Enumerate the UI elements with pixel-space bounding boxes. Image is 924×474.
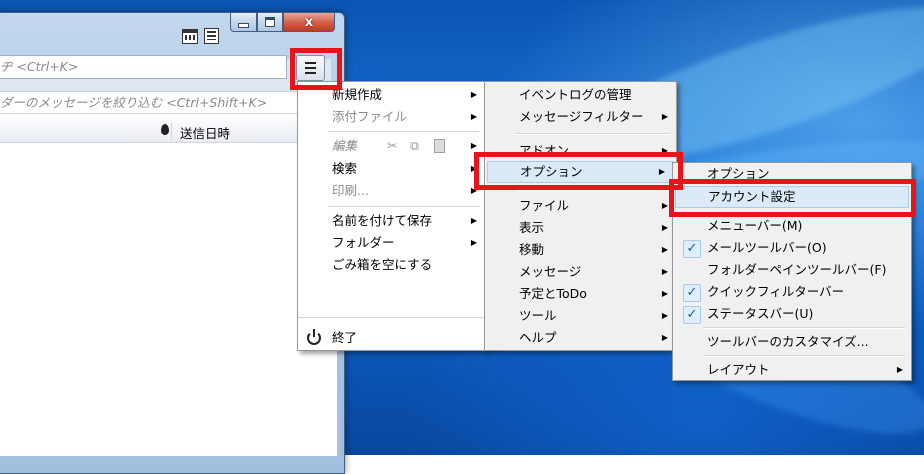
menu-item-quit[interactable]: 終了 — [298, 327, 485, 349]
menu-item-search[interactable]: 検索 ▶ — [298, 158, 485, 180]
power-icon-line — [313, 329, 315, 337]
menu-item-message[interactable]: メッセージ ▶ — [485, 261, 676, 283]
maximize-icon — [265, 17, 275, 27]
calendar-icon[interactable] — [182, 29, 198, 44]
highlight-account-settings-item — [669, 179, 916, 217]
submenu-arrow-icon: ▶ — [661, 245, 668, 254]
submenu-arrow-icon: ▶ — [470, 112, 477, 121]
submenu-arrow-icon: ▶ — [661, 267, 668, 276]
close-icon: x — [304, 14, 314, 30]
copy-icon: ⧉ — [410, 138, 419, 153]
search-input[interactable]: ヂ <Ctrl+K> — [0, 55, 287, 79]
menu-separator — [328, 131, 479, 133]
menu-separator — [703, 355, 905, 357]
tasks-icon[interactable] — [204, 28, 219, 44]
submenu-arrow-icon: ▶ — [661, 112, 668, 121]
options-menu: イベントログの管理 メッセージフィルター ▶ アドオン ▶ オプション ▶ ファイル ▶… — [484, 81, 677, 351]
menu-item-mail-toolbar[interactable]: ✓ メールツールバー(O) — [673, 237, 911, 259]
column-divider[interactable] — [171, 122, 172, 140]
close-button[interactable]: x — [283, 13, 335, 32]
menu-item-view[interactable]: 表示 ▶ — [485, 217, 676, 239]
menu-separator — [328, 206, 479, 208]
submenu-arrow-icon: ▶ — [470, 238, 477, 247]
menu-item-menubar[interactable]: メニューバー(M) — [673, 215, 911, 237]
submenu-arrow-icon: ▶ — [470, 216, 477, 225]
menu-item-events-tasks[interactable]: 予定とToDo ▶ — [485, 283, 676, 305]
cut-icon: ✂ — [387, 138, 398, 153]
minimize-icon — [238, 22, 249, 28]
minimize-button[interactable] — [230, 13, 257, 32]
read-status-icon[interactable] — [161, 124, 169, 135]
submenu-arrow-icon: ▶ — [661, 201, 668, 210]
submenu-arrow-icon: ▶ — [661, 289, 668, 298]
menu-item-event-log[interactable]: イベントログの管理 — [485, 84, 676, 106]
paste-icon — [434, 139, 445, 153]
message-list[interactable] — [0, 113, 337, 456]
quick-filter-input[interactable]: ダーのメッセージを絞り込む <Ctrl+Shift+K> — [0, 91, 332, 115]
menu-item-attachments: 添付ファイル ▶ — [298, 106, 485, 128]
highlight-options-item — [474, 152, 683, 190]
checkmark-icon: ✓ — [683, 306, 701, 324]
message-list-header: 送信日時 — [0, 120, 337, 143]
maximize-button[interactable] — [257, 13, 283, 32]
submenu-arrow-icon: ▶ — [661, 333, 668, 342]
menu-item-edit: 編集 ✂ ⧉ ▶ — [298, 135, 485, 157]
column-date-header[interactable]: 送信日時 — [180, 123, 230, 142]
menu-separator — [703, 327, 905, 329]
submenu-arrow-icon: ▶ — [470, 90, 477, 99]
highlight-app-menu-button — [290, 48, 342, 90]
menu-item-layout[interactable]: レイアウト ▶ — [673, 359, 911, 381]
app-main-menu: 新規作成 ▶ 添付ファイル ▶ 編集 ✂ ⧉ ▶ 検索 ▶ 印刷... ▶ 名前を付けて… — [297, 81, 486, 351]
checkmark-icon: ✓ — [683, 284, 701, 302]
submenu-arrow-icon: ▶ — [661, 311, 668, 320]
menu-item-empty-trash[interactable]: ごみ箱を空にする — [298, 254, 485, 276]
menu-item-file[interactable]: ファイル ▶ — [485, 195, 676, 217]
menu-item-customize-toolbar[interactable]: ツールバーのカスタマイズ... — [673, 331, 911, 353]
menu-item-print: 印刷... ▶ — [298, 180, 485, 202]
menu-item-message-filters[interactable]: メッセージフィルター ▶ — [485, 106, 676, 128]
menu-item-status-bar[interactable]: ✓ ステータスバー(U) — [673, 303, 911, 325]
menu-separator — [515, 133, 670, 135]
checkmark-icon: ✓ — [683, 240, 701, 258]
menu-item-folder[interactable]: フォルダー ▶ — [298, 232, 485, 254]
submenu-arrow-icon: ▶ — [661, 223, 668, 232]
submenu-arrow-icon: ▶ — [896, 365, 903, 374]
menu-item-folder-pane-toolbar[interactable]: フォルダーペインツールバー(F) — [673, 259, 911, 281]
menu-item-help[interactable]: ヘルプ ▶ — [485, 327, 676, 349]
menu-item-quick-filter-bar[interactable]: ✓ クイックフィルターバー — [673, 281, 911, 303]
menu-separator — [298, 317, 485, 319]
menu-item-tools[interactable]: ツール ▶ — [485, 305, 676, 327]
menu-item-go[interactable]: 移動 ▶ — [485, 239, 676, 261]
menu-item-save-as[interactable]: 名前を付けて保存 ▶ — [298, 210, 485, 232]
